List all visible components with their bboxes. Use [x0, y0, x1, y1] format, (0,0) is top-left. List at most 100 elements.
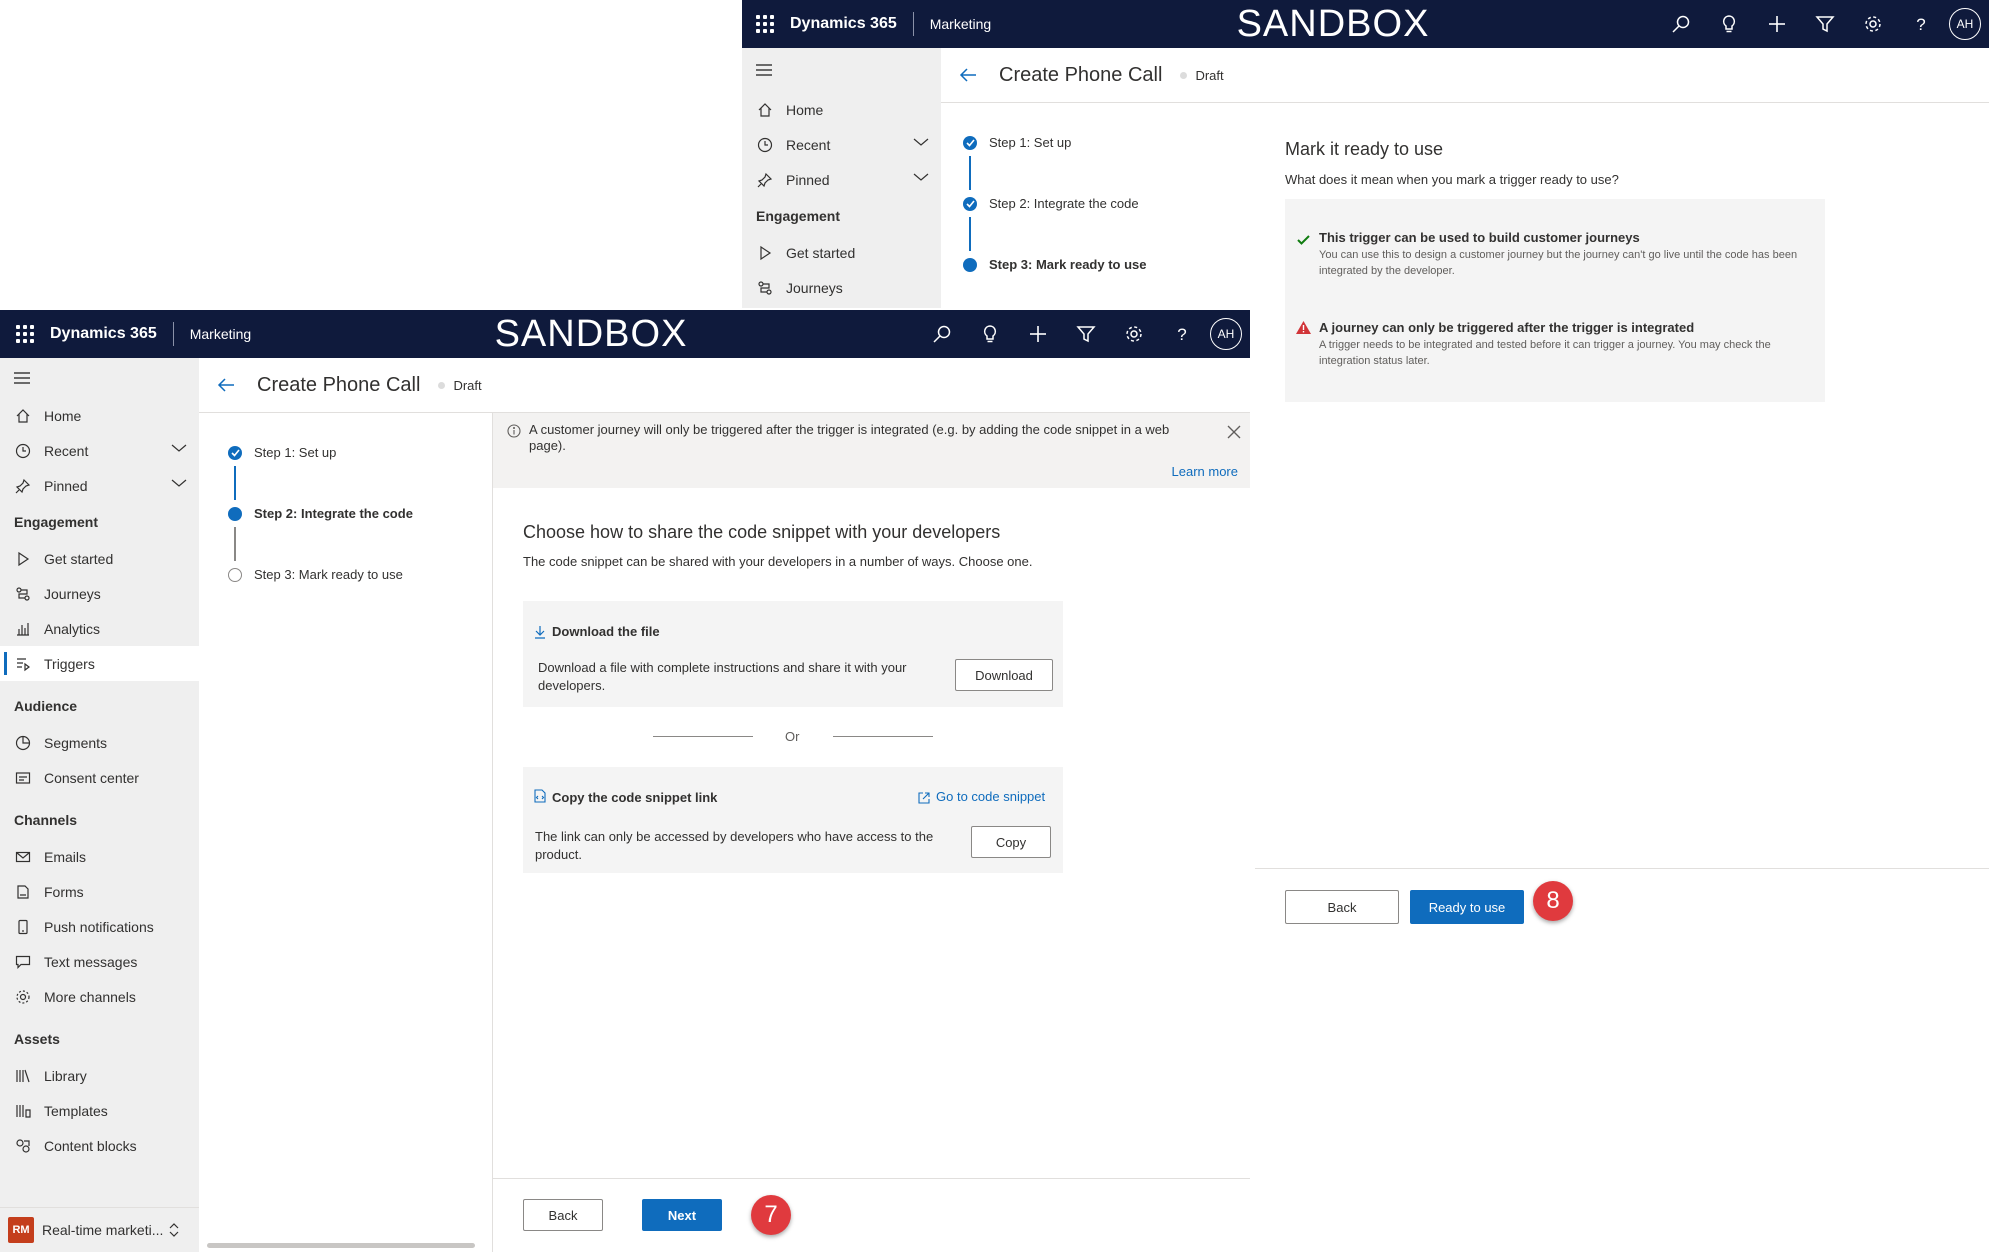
sidebar-item-emails[interactable]: Emails — [0, 839, 199, 874]
avatar[interactable]: AH — [1210, 318, 1242, 350]
phone-icon — [14, 918, 32, 936]
sidebar-item-label: Get started — [44, 550, 114, 567]
info-title: This trigger can be used to build custom… — [1319, 230, 1640, 245]
sidebar-item-get-started[interactable]: Get started — [742, 235, 941, 270]
sidebar-item-journeys[interactable]: Journeys — [0, 576, 199, 611]
back-arrow-icon[interactable] — [217, 377, 235, 393]
app-name[interactable]: Marketing — [930, 16, 991, 32]
more-channels-icon — [14, 988, 32, 1006]
step-list: Step 1: Set up Step 2: Integrate the cod… — [199, 413, 493, 1252]
search-icon[interactable] — [1657, 14, 1705, 34]
sidebar-item-get-started[interactable]: Get started — [0, 541, 199, 576]
or-divider: Or — [523, 727, 1063, 747]
step-item-1[interactable]: Step 1: Set up — [963, 135, 1071, 150]
step-item-1[interactable]: Step 1: Set up — [228, 445, 336, 460]
sidebar-item-triggers[interactable]: Triggers — [0, 646, 199, 681]
sidebar-item-label: Home — [786, 101, 824, 118]
step-item-2[interactable]: Step 2: Integrate the code — [963, 196, 1139, 211]
sidebar-item-label: Forms — [44, 883, 84, 900]
download-title: Download the file — [552, 624, 660, 639]
hamburger-icon[interactable] — [0, 358, 199, 398]
area-label: Real-time marketi... — [42, 1222, 164, 1238]
sidebar-item-journeys[interactable]: Journeys — [742, 270, 941, 305]
page-header: Create Phone Call Draft — [941, 48, 1989, 103]
sidebar-item-content-blocks[interactable]: Content blocks — [0, 1128, 199, 1163]
step-item-2[interactable]: Step 2: Integrate the code — [228, 506, 413, 521]
chevron-down-icon[interactable] — [171, 443, 187, 453]
avatar[interactable]: AH — [1949, 8, 1981, 40]
sidebar-item-segments[interactable]: Segments — [0, 725, 199, 760]
home-icon — [14, 407, 32, 425]
sidebar: Home Recent Pinned Engagement Get starte… — [742, 48, 941, 308]
help-icon[interactable]: ? — [1897, 14, 1945, 34]
brand-name[interactable]: Dynamics 365 — [50, 325, 157, 343]
sidebar-item-text-messages[interactable]: Text messages — [0, 944, 199, 979]
chevron-down-icon[interactable] — [913, 172, 929, 182]
sidebar-item-label: Recent — [786, 136, 831, 153]
ready-to-use-button[interactable]: Ready to use — [1410, 890, 1524, 924]
checkmark-icon — [228, 445, 242, 460]
sidebar-item-push-notifications[interactable]: Push notifications — [0, 909, 199, 944]
checkmark-icon — [963, 135, 977, 150]
area-avatar: RM — [8, 1217, 34, 1243]
step-connector — [234, 466, 236, 500]
back-button[interactable]: Back — [1285, 890, 1399, 924]
sidebar-item-library[interactable]: Library — [0, 1058, 199, 1093]
sidebar-item-pinned[interactable]: Pinned — [0, 468, 199, 503]
next-button[interactable]: Next — [642, 1199, 722, 1231]
filter-icon[interactable] — [1062, 324, 1110, 344]
library-icon — [14, 1067, 32, 1085]
open-external-icon[interactable] — [918, 792, 930, 804]
current-step-dot — [963, 257, 977, 272]
back-arrow-icon[interactable] — [959, 67, 977, 83]
learn-more-link[interactable]: Learn more — [1172, 463, 1238, 481]
chevron-down-icon[interactable] — [171, 478, 187, 488]
divider — [912, 12, 914, 36]
sidebar-item-label: More channels — [44, 988, 136, 1005]
step-item-3[interactable]: Step 3: Mark ready to use — [228, 567, 403, 582]
app-name[interactable]: Marketing — [190, 326, 251, 342]
mail-icon — [14, 848, 32, 866]
sidebar-item-home[interactable]: Home — [0, 398, 199, 433]
lightbulb-icon[interactable] — [966, 324, 1014, 344]
sidebar-item-more-channels[interactable]: More channels — [0, 979, 199, 1014]
sidebar-item-recent[interactable]: Recent — [0, 433, 199, 468]
sidebar-item-templates[interactable]: Templates — [0, 1093, 199, 1128]
close-icon[interactable] — [1226, 424, 1242, 440]
search-icon[interactable] — [918, 324, 966, 344]
step-connector — [234, 527, 236, 561]
help-icon[interactable]: ? — [1158, 324, 1206, 344]
footer-divider — [1255, 868, 1989, 869]
brand-name[interactable]: Dynamics 365 — [790, 15, 897, 33]
step-label: Step 2: Integrate the code — [254, 506, 413, 521]
copy-button[interactable]: Copy — [971, 826, 1051, 858]
horizontal-scrollbar[interactable] — [207, 1243, 475, 1248]
plus-icon[interactable] — [1014, 324, 1062, 344]
gear-icon[interactable] — [1849, 14, 1897, 34]
info-description: You can use this to design a customer jo… — [1319, 249, 1798, 277]
go-to-code-snippet-link[interactable]: Go to code snippet — [936, 788, 1045, 806]
back-button[interactable]: Back — [523, 1199, 603, 1231]
sidebar-item-consent-center[interactable]: Consent center — [0, 760, 199, 795]
play-icon — [756, 244, 774, 262]
app-launcher-icon[interactable] — [16, 325, 34, 343]
step-label: Step 1: Set up — [254, 445, 337, 460]
chevron-down-icon[interactable] — [913, 137, 929, 147]
plus-icon[interactable] — [1753, 14, 1801, 34]
download-button[interactable]: Download — [955, 659, 1053, 691]
svg-text:?: ? — [1916, 15, 1925, 34]
sidebar-item-recent[interactable]: Recent — [742, 127, 941, 162]
step-badge: 8 — [1533, 881, 1573, 921]
sidebar-item-pinned[interactable]: Pinned — [742, 162, 941, 197]
area-switcher[interactable]: RM Real-time marketi... — [0, 1207, 199, 1252]
sidebar-item-analytics[interactable]: Analytics — [0, 611, 199, 646]
step-label: Step 3: Mark ready to use — [989, 257, 1147, 272]
step-item-3[interactable]: Step 3: Mark ready to use — [963, 257, 1147, 272]
gear-icon[interactable] — [1110, 324, 1158, 344]
lightbulb-icon[interactable] — [1705, 14, 1753, 34]
sidebar-item-forms[interactable]: Forms — [0, 874, 199, 909]
hamburger-icon[interactable] — [742, 48, 941, 92]
filter-icon[interactable] — [1801, 14, 1849, 34]
app-launcher-icon[interactable] — [756, 15, 774, 33]
sidebar-item-home[interactable]: Home — [742, 92, 941, 127]
